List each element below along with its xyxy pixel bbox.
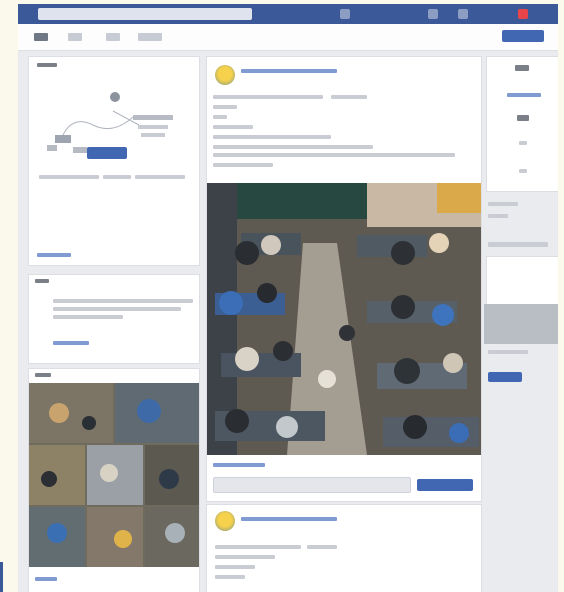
- page-avatar-2[interactable]: [215, 511, 235, 531]
- friend-requests-icon[interactable]: [428, 9, 438, 19]
- page-avatar[interactable]: [215, 65, 235, 85]
- photo-grid[interactable]: [29, 383, 199, 567]
- post-text-9: [213, 163, 273, 167]
- info-text: [519, 141, 527, 145]
- post-text-second-3: [215, 555, 275, 559]
- sidebar-divider: [484, 304, 558, 344]
- profile-icon[interactable]: [340, 9, 350, 19]
- post-photo[interactable]: [207, 183, 481, 455]
- map-image[interactable]: [43, 75, 193, 157]
- sidebar-text-3: [488, 242, 548, 247]
- post-text-6: [213, 135, 331, 139]
- invite-friends-link[interactable]: [53, 341, 89, 345]
- post-text-second-2: [307, 545, 337, 549]
- post-text-second: [215, 545, 301, 549]
- post-text-second-4: [215, 565, 255, 569]
- info-text-2: [519, 169, 527, 173]
- post-card: [206, 56, 482, 502]
- card-heading: [37, 63, 57, 67]
- post-text-4: [213, 115, 227, 119]
- post-text-2: [331, 95, 367, 99]
- top-navigation-bar: [18, 4, 558, 24]
- sidebar-text-4: [488, 350, 528, 354]
- tab-photos[interactable]: [106, 33, 120, 41]
- community-text: [53, 299, 193, 303]
- community-card: [28, 274, 200, 364]
- tab-more[interactable]: [138, 33, 162, 41]
- notifications-icon[interactable]: [518, 9, 528, 19]
- browser-page: [18, 4, 558, 592]
- see-all-link[interactable]: [37, 253, 71, 257]
- page-tabs-bar: [18, 24, 558, 51]
- post-text-3: [213, 105, 237, 109]
- comment-input[interactable]: [213, 477, 411, 493]
- card-heading: [35, 373, 51, 377]
- community-text-2: [53, 307, 181, 311]
- post-card-2: [206, 504, 482, 592]
- info-link[interactable]: [507, 93, 541, 97]
- post-text-5: [213, 125, 253, 129]
- get-directions-button[interactable]: [87, 147, 127, 159]
- community-text-3: [53, 315, 123, 319]
- post-author-2[interactable]: [241, 517, 337, 521]
- photos-card: [28, 368, 200, 592]
- info-icon: [515, 65, 529, 71]
- sidebar-text-2: [488, 214, 508, 218]
- search-input[interactable]: [38, 8, 252, 20]
- side-tab: [0, 562, 3, 592]
- post-text-7: [213, 145, 373, 149]
- page-info-card: [486, 56, 558, 192]
- like-page-button[interactable]: [502, 30, 544, 42]
- messages-icon[interactable]: [458, 9, 468, 19]
- post-text-second-5: [215, 575, 245, 579]
- post-text-8: [213, 153, 455, 157]
- see-all-photos-link[interactable]: [35, 577, 57, 581]
- info-icon-2: [517, 115, 529, 121]
- tab-timeline[interactable]: [34, 33, 48, 41]
- card-heading: [35, 279, 49, 283]
- sidebar-text: [488, 202, 518, 206]
- follow-button[interactable]: [488, 372, 522, 382]
- post-author[interactable]: [241, 69, 337, 73]
- address-text-2: [103, 175, 131, 179]
- tab-about[interactable]: [68, 33, 82, 41]
- about-card: [28, 56, 200, 266]
- post-text: [213, 95, 323, 99]
- address-text: [39, 175, 99, 179]
- reactions-count[interactable]: [213, 463, 265, 467]
- share-button[interactable]: [417, 479, 473, 491]
- address-text-3: [135, 175, 185, 179]
